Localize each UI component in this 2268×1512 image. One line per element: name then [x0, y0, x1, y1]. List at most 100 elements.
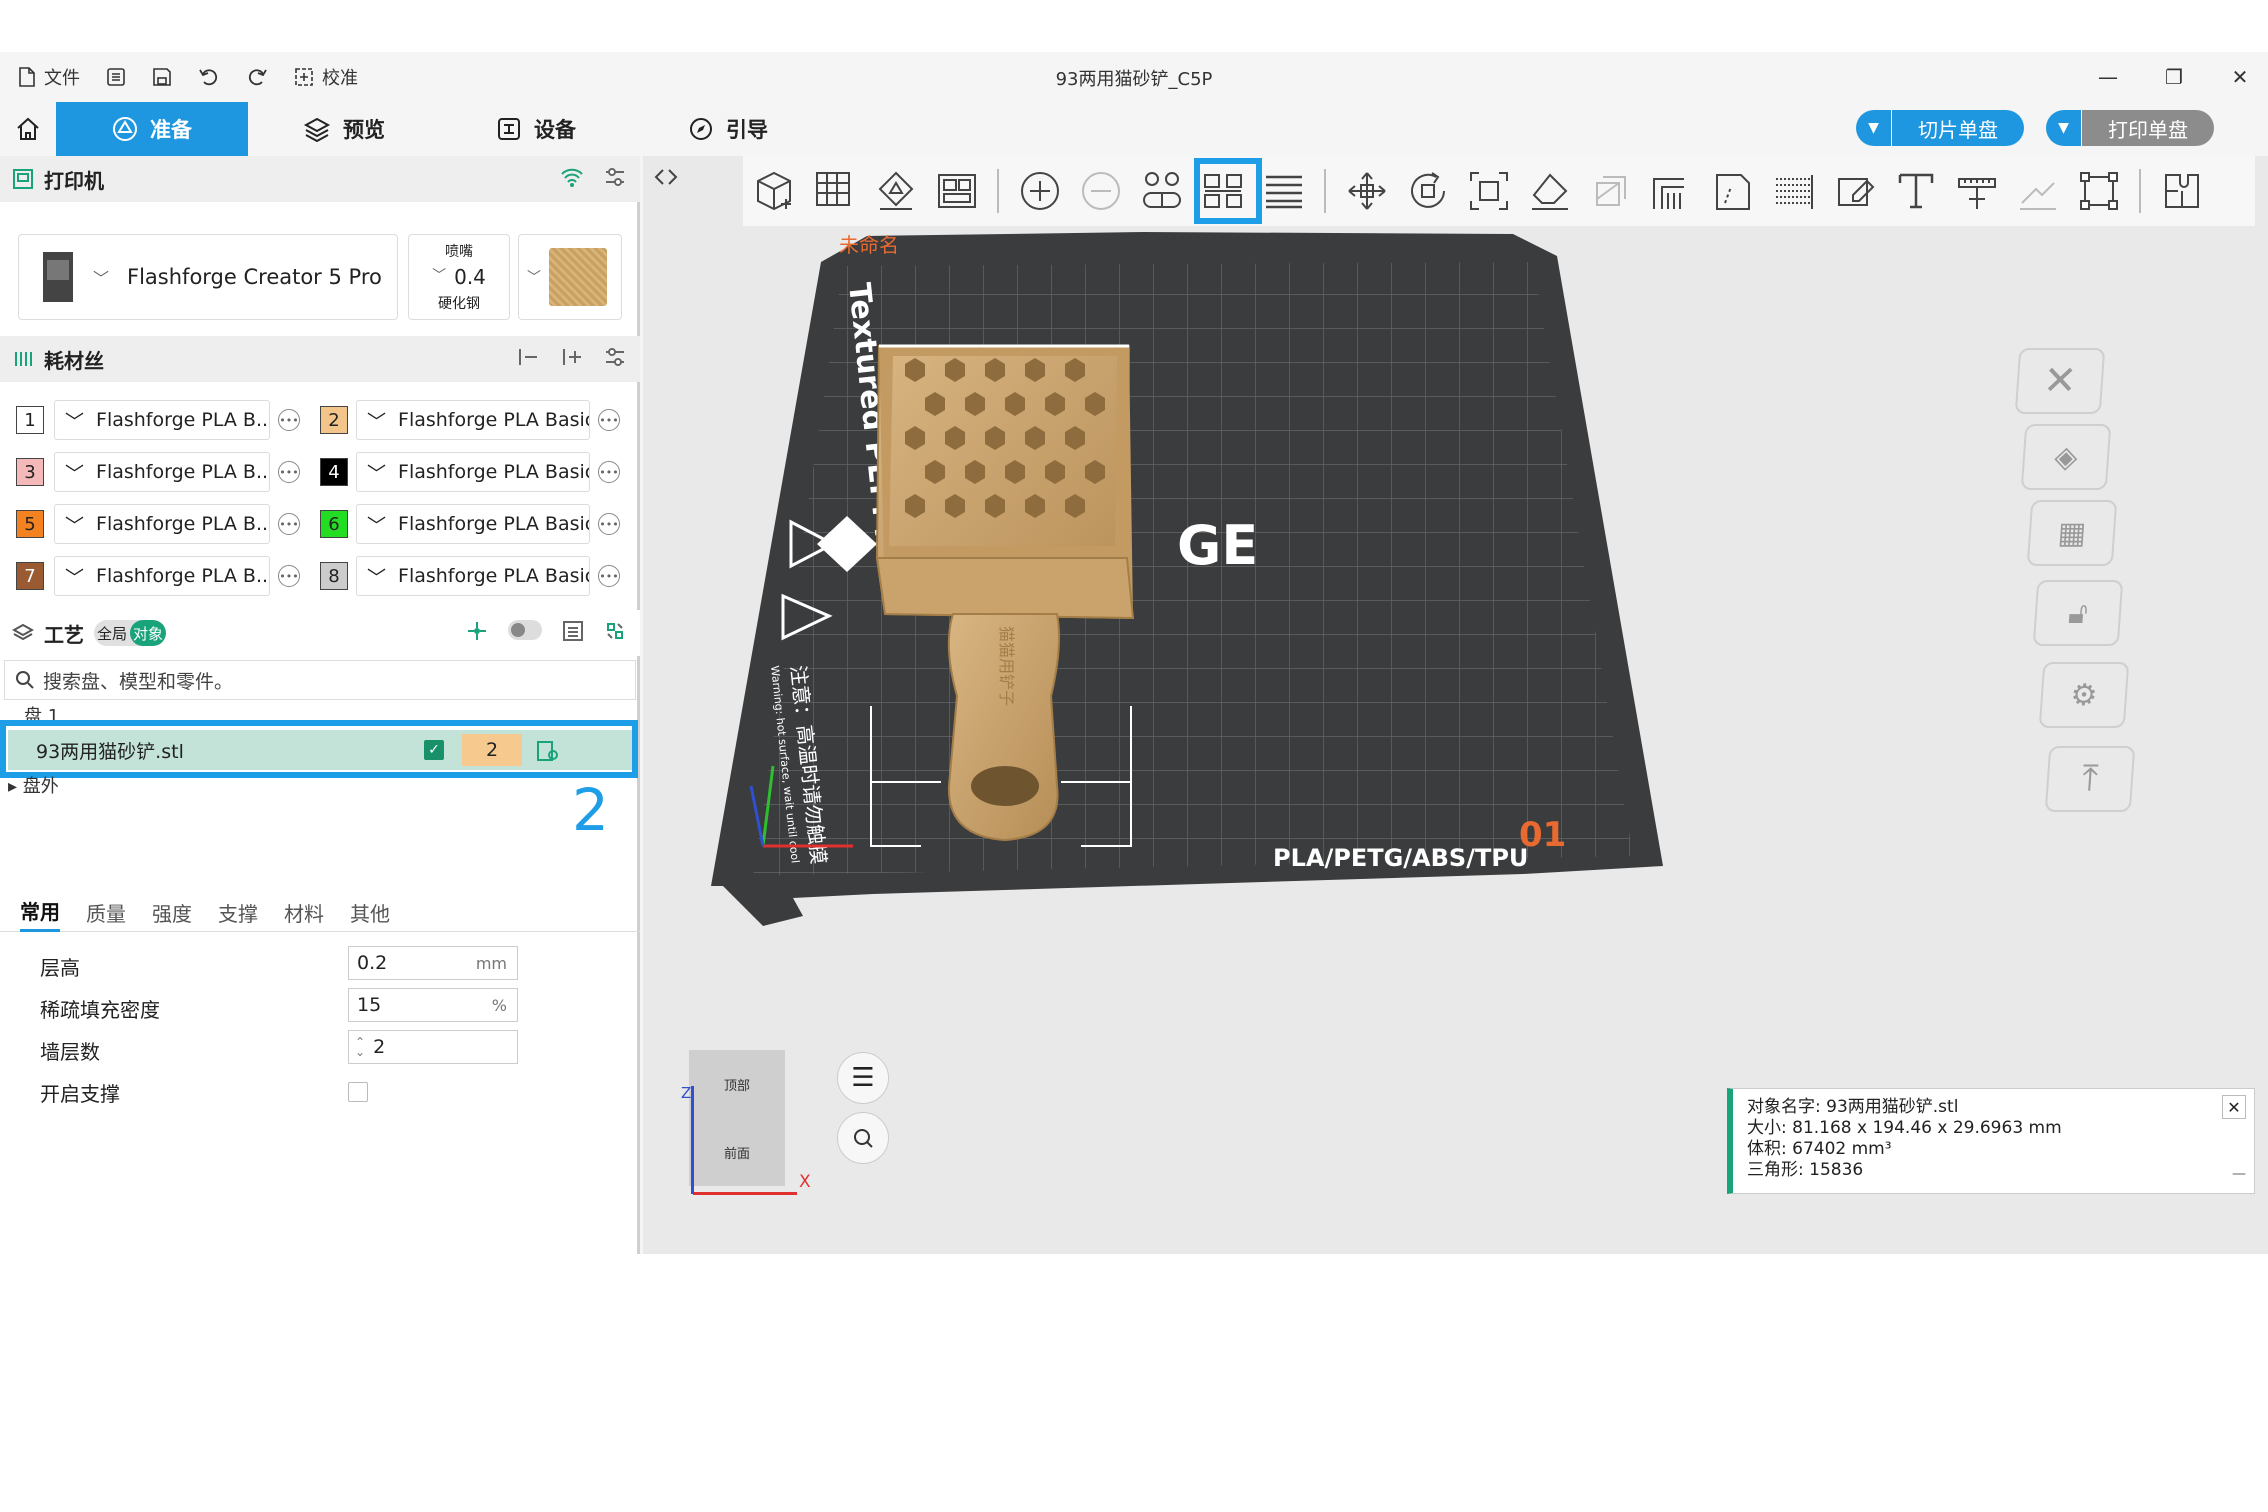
info-collapse-button[interactable]: — [2232, 1164, 2246, 1185]
plugin-button[interactable] [2151, 156, 2212, 226]
filament-select-7[interactable]: ﹀ Flashforge PLA B... [54, 556, 270, 596]
color-paint-button[interactable] [1824, 156, 1885, 226]
add-plate-button[interactable] [804, 156, 865, 226]
filament-more-8[interactable]: ••• [598, 565, 620, 587]
view-menu-button[interactable]: ☰ [837, 1052, 889, 1104]
measure-tool-button[interactable] [1946, 156, 2007, 226]
object-search[interactable]: 搜索盘、模型和零件。 [4, 660, 636, 700]
tab-guide[interactable]: 引导 [632, 102, 824, 156]
filament-more-3[interactable]: ••• [278, 461, 300, 483]
lay-on-face-button[interactable] [1519, 156, 1580, 226]
view-cube[interactable]: 顶部 前面 [689, 1050, 785, 1186]
remove-instance-button[interactable] [1070, 156, 1131, 226]
plate-settings-button[interactable]: ⚙ [2038, 662, 2130, 728]
tab-other[interactable]: 其他 [350, 892, 390, 932]
home-button[interactable] [0, 102, 56, 156]
seam-paint-button[interactable] [1702, 156, 1763, 226]
save-button[interactable] [152, 67, 172, 87]
split-parts-button[interactable] [1192, 156, 1262, 226]
variable-layer-height-button[interactable] [1253, 156, 1314, 226]
print-plate-button[interactable]: ▼ 打印单盘 [2046, 110, 2214, 146]
tab-support[interactable]: 支撑 [218, 892, 258, 932]
zoom-button[interactable] [837, 1112, 889, 1164]
list-view-icon[interactable] [562, 620, 584, 642]
filament-slot-1[interactable]: 1 [16, 406, 44, 434]
settings-sliders-icon[interactable] [604, 166, 626, 188]
network-icon[interactable] [466, 620, 488, 642]
print-dropdown[interactable]: ▼ [2046, 110, 2082, 146]
filament-settings-icon[interactable] [604, 346, 626, 368]
file-menu[interactable]: 文件 [18, 64, 80, 90]
move-to-top-button[interactable]: ⤒ [2044, 746, 2136, 812]
slice-plate-button[interactable]: ▼ 切片单盘 [1856, 110, 2024, 146]
filament-select-2[interactable]: ﹀ Flashforge PLA Basic [356, 400, 590, 440]
filament-slot-8[interactable]: 8 [320, 562, 348, 590]
infill-density-input[interactable]: 15 % [348, 988, 518, 1022]
filament-more-1[interactable]: ••• [278, 409, 300, 431]
wifi-icon[interactable] [560, 166, 584, 188]
filament-more-2[interactable]: ••• [598, 409, 620, 431]
move-tool-button[interactable] [1336, 156, 1397, 226]
view-cube-front[interactable]: 前面 [724, 1143, 750, 1162]
plate-type-selector[interactable]: ﹀ [518, 234, 622, 320]
filament-select-1[interactable]: ﹀ Flashforge PLA B... [54, 400, 270, 440]
restore-button[interactable]: ❐ [2156, 60, 2192, 94]
filament-add-icon[interactable] [560, 346, 584, 368]
lock-plate-button[interactable]: 🔓︎ [2032, 580, 2124, 646]
filament-remove-icon[interactable] [516, 346, 540, 368]
filament-slot-2[interactable]: 2 [320, 406, 348, 434]
filament-slot-5[interactable]: 5 [16, 510, 44, 538]
orient-plate-button[interactable]: ◈ [2020, 424, 2112, 490]
filament-select-4[interactable]: ﹀ Flashforge PLA Basic [356, 452, 590, 492]
view-cube-top[interactable]: 顶部 [724, 1075, 750, 1094]
info-close-button[interactable]: ✕ [2222, 1095, 2246, 1119]
calibrate-menu[interactable]: 校准 [294, 64, 358, 90]
close-window-button[interactable]: ✕ [2222, 60, 2258, 94]
tab-preview[interactable]: 预览 [248, 102, 440, 156]
minimize-button[interactable]: — [2090, 60, 2126, 94]
filament-more-4[interactable]: ••• [598, 461, 620, 483]
process-switch[interactable] [508, 620, 542, 640]
split-objects-button[interactable] [1131, 156, 1192, 226]
assembly-button[interactable] [2007, 156, 2068, 226]
filament-select-5[interactable]: ﹀ Flashforge PLA B... [54, 504, 270, 544]
redo-button[interactable] [246, 67, 268, 87]
delete-all-button[interactable]: ✕ [2014, 348, 2106, 414]
layer-height-input[interactable]: 0.2 mm [348, 946, 518, 980]
wall-loops-input[interactable]: ⌃ ⌄ 2 [348, 1030, 518, 1064]
global-object-toggle[interactable]: 全局 对象 [94, 620, 166, 646]
bounding-box-button[interactable] [2068, 156, 2129, 226]
undo-button[interactable] [198, 67, 220, 87]
tree-off-plate[interactable]: ▸ 盘外 [8, 772, 59, 798]
enable-support-checkbox[interactable] [348, 1082, 368, 1102]
arrange-plate-button[interactable]: ▦ [2026, 500, 2118, 566]
filament-select-8[interactable]: ﹀ Flashforge PLA Basic [356, 556, 590, 596]
tab-strength[interactable]: 强度 [152, 892, 192, 932]
rotate-tool-button[interactable] [1397, 156, 1458, 226]
tab-device[interactable]: 设备 [440, 102, 632, 156]
arrange-button[interactable] [926, 156, 987, 226]
tab-quality[interactable]: 质量 [86, 892, 126, 932]
collapse-panel-icon[interactable] [653, 166, 679, 188]
scale-tool-button[interactable] [1458, 156, 1519, 226]
slice-dropdown[interactable]: ▼ [1856, 110, 1892, 146]
filament-more-7[interactable]: ••• [278, 565, 300, 587]
printer-selector[interactable]: ﹀ Flashforge Creator 5 Pro [18, 234, 398, 320]
tab-common[interactable]: 常用 [20, 892, 60, 932]
compare-icon[interactable] [604, 620, 626, 642]
tab-prepare[interactable]: 准备 [56, 102, 248, 156]
text-tool-button[interactable] [1885, 156, 1946, 226]
filament-slot-6[interactable]: 6 [320, 510, 348, 538]
3d-viewport[interactable]: 1 未命名 Textured PEI Plate 注意：高温时请勿触摸 Warn… [643, 156, 2268, 1254]
filament-select-6[interactable]: ﹀ Flashforge PLA Basic [356, 504, 590, 544]
add-instance-button[interactable] [1009, 156, 1070, 226]
fuzzy-skin-button[interactable] [1763, 156, 1824, 226]
nozzle-selector[interactable]: 喷嘴 ﹀ 0.4 硬化钢 [408, 234, 510, 320]
auto-orient-button[interactable] [865, 156, 926, 226]
tab-material[interactable]: 材料 [284, 892, 324, 932]
stepper-icon[interactable]: ⌃ ⌄ [355, 1036, 365, 1058]
filament-more-6[interactable]: ••• [598, 513, 620, 535]
cut-tool-button[interactable] [1580, 156, 1641, 226]
filament-more-5[interactable]: ••• [278, 513, 300, 535]
filament-select-3[interactable]: ﹀ Flashforge PLA B... [54, 452, 270, 492]
